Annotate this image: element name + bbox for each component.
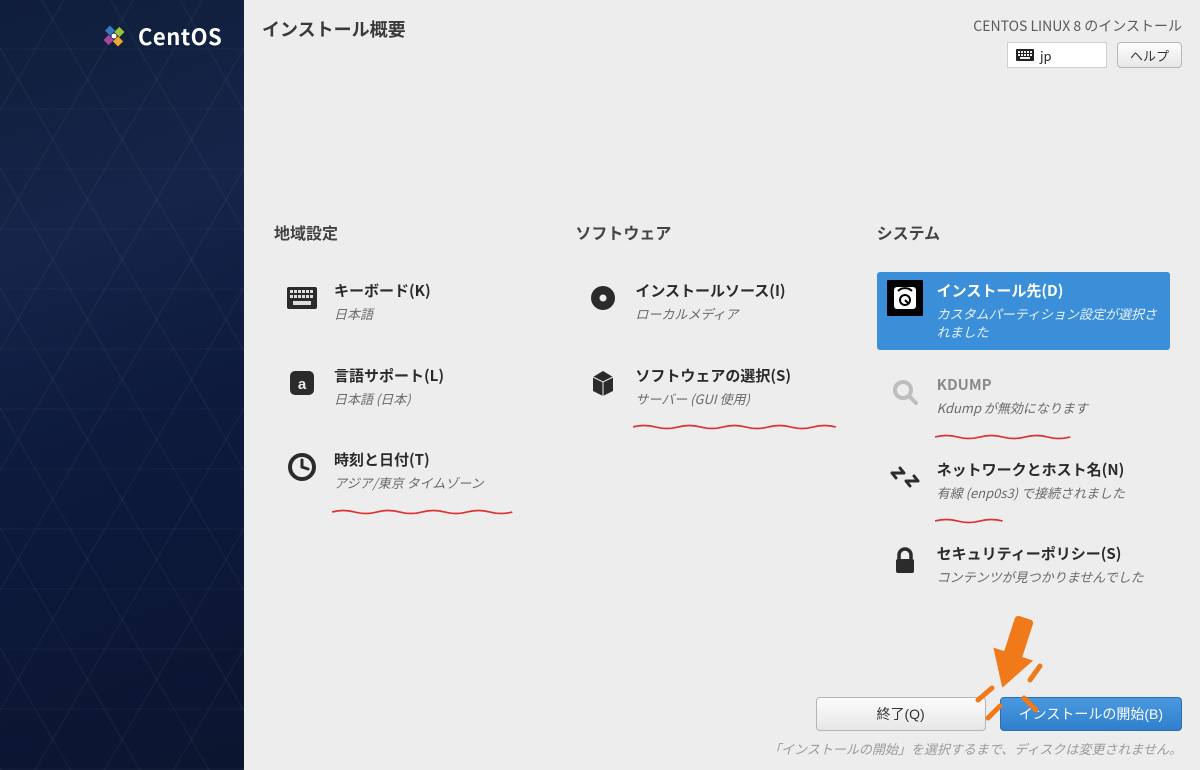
spoke-language-title: 言語サポート(L) bbox=[334, 365, 557, 386]
spoke-software-selection[interactable]: ソフトウェアの選択(S) サーバー (GUI 使用) bbox=[575, 357, 868, 418]
brand-name: CentOS bbox=[138, 20, 222, 52]
language-icon: a bbox=[284, 365, 320, 401]
main-panel: インストール概要 CENTOS LINUX 8 のインストール jp ヘルプ bbox=[244, 0, 1200, 770]
annotation-underline bbox=[332, 496, 557, 502]
spoke-install-destination-title: インストール先(D) bbox=[937, 280, 1160, 301]
spoke-install-source-status: ローカルメディア bbox=[635, 305, 858, 323]
spoke-language[interactable]: a 言語サポート(L) 日本語 (日本) bbox=[274, 357, 567, 418]
header-row: インストール概要 CENTOS LINUX 8 のインストール jp ヘルプ bbox=[262, 16, 1182, 68]
help-button[interactable]: ヘルプ bbox=[1117, 42, 1182, 68]
spoke-kdump-title: KDUMP bbox=[937, 374, 1160, 395]
storage-icon bbox=[887, 280, 923, 316]
keyboard-layout-label: jp bbox=[1040, 46, 1052, 65]
spoke-security-status: コンテンツが見つかりませんでした bbox=[937, 568, 1160, 586]
spoke-security-policy[interactable]: セキュリティーポリシー(S) コンテンツが見つかりませんでした bbox=[877, 535, 1170, 596]
centos-logo-icon bbox=[98, 20, 130, 52]
spoke-network[interactable]: ネットワークとホスト名(N) 有線 (enp0s3) で接続されました bbox=[877, 451, 1170, 512]
disc-icon bbox=[585, 280, 621, 316]
footer: 終了(Q) インストールの開始(B) 「インストールの開始」を選択するまで、ディ… bbox=[244, 697, 1200, 758]
spoke-datetime-title: 時刻と日付(T) bbox=[334, 449, 557, 470]
spoke-software-selection-title: ソフトウェアの選択(S) bbox=[635, 365, 858, 386]
column-software: ソフトウェア インストールソース(I) ローカルメディア ソフトウェアの選択(S… bbox=[575, 220, 868, 620]
keyboard-layout-indicator[interactable]: jp bbox=[1007, 42, 1107, 68]
spoke-kdump-status: Kdump が無効になります bbox=[937, 399, 1160, 417]
annotation-underline bbox=[935, 421, 1160, 427]
svg-text:a: a bbox=[298, 376, 307, 393]
spoke-kdump[interactable]: KDUMP Kdump が無効になります bbox=[877, 366, 1170, 427]
footer-hint: 「インストールの開始」を選択するまで、ディスクは変更されません。 bbox=[262, 739, 1182, 758]
page-title: インストール概要 bbox=[262, 16, 406, 42]
network-icon bbox=[887, 459, 923, 495]
spoke-install-destination-status: カスタムパーティション設定が選択されました bbox=[937, 305, 1160, 340]
spoke-keyboard-title: キーボード(K) bbox=[334, 280, 557, 301]
spoke-language-status: 日本語 (日本) bbox=[334, 390, 557, 408]
spoke-install-source-title: インストールソース(I) bbox=[635, 280, 858, 301]
quit-button[interactable]: 終了(Q) bbox=[816, 697, 986, 731]
spoke-datetime-status: アジア/東京 タイムゾーン bbox=[334, 474, 557, 492]
lock-icon bbox=[887, 543, 923, 579]
distro-title: CENTOS LINUX 8 のインストール bbox=[973, 16, 1182, 36]
brand-sidebar: CentOS bbox=[0, 0, 244, 770]
column-heading-localization: 地域設定 bbox=[274, 220, 567, 244]
clock-icon bbox=[284, 449, 320, 485]
footer-buttons: 終了(Q) インストールの開始(B) bbox=[262, 697, 1182, 731]
begin-install-button[interactable]: インストールの開始(B) bbox=[1000, 697, 1182, 731]
package-icon bbox=[585, 365, 621, 401]
keyboard-icon bbox=[284, 280, 320, 316]
column-system: システム インストール先(D) カスタムパーティション設定が選択されました KD… bbox=[877, 220, 1170, 620]
spoke-datetime[interactable]: 時刻と日付(T) アジア/東京 タイムゾーン bbox=[274, 441, 567, 502]
spoke-columns: 地域設定 キーボード(K) 日本語 a 言語サポート(L) 日本語 (日本) bbox=[274, 220, 1170, 620]
spoke-keyboard[interactable]: キーボード(K) 日本語 bbox=[274, 272, 567, 333]
brand-logo-row: CentOS bbox=[98, 20, 222, 52]
spoke-keyboard-status: 日本語 bbox=[334, 305, 557, 323]
column-heading-software: ソフトウェア bbox=[575, 220, 868, 244]
spoke-security-title: セキュリティーポリシー(S) bbox=[937, 543, 1160, 564]
spoke-network-status: 有線 (enp0s3) で接続されました bbox=[937, 484, 1160, 502]
magnifier-icon bbox=[887, 374, 923, 410]
column-localization: 地域設定 キーボード(K) 日本語 a 言語サポート(L) 日本語 (日本) bbox=[274, 220, 567, 620]
spoke-network-title: ネットワークとホスト名(N) bbox=[937, 459, 1160, 480]
annotation-underline bbox=[633, 411, 858, 417]
keyboard-icon bbox=[1016, 49, 1034, 61]
spoke-install-source[interactable]: インストールソース(I) ローカルメディア bbox=[575, 272, 868, 333]
column-heading-system: システム bbox=[877, 220, 1170, 244]
header-right: CENTOS LINUX 8 のインストール jp ヘルプ bbox=[973, 16, 1182, 68]
spoke-software-selection-status: サーバー (GUI 使用) bbox=[635, 390, 858, 408]
spoke-install-destination[interactable]: インストール先(D) カスタムパーティション設定が選択されました bbox=[877, 272, 1170, 350]
annotation-underline bbox=[935, 505, 1160, 511]
